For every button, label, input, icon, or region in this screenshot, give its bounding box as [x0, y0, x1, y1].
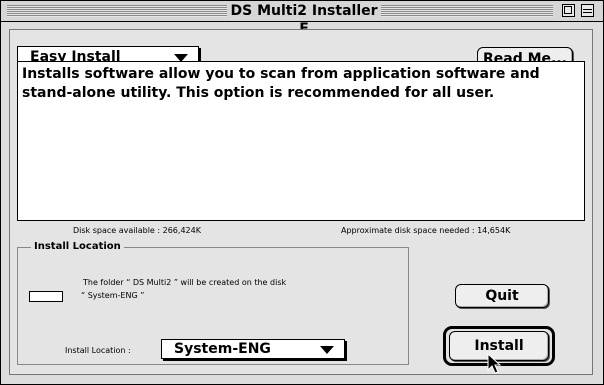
quit-button[interactable]: Quit [455, 284, 549, 308]
install-location-label: Install Location : [65, 346, 131, 355]
disk-space-available: Disk space available : 266,424K [73, 226, 201, 235]
install-location-popup[interactable]: System-ENG [161, 339, 345, 359]
title-bar-stripes [381, 5, 553, 17]
mouse-pointer-icon [487, 353, 502, 374]
folder-info-line1: The folder “ DS Multi2 ” will be created… [83, 278, 287, 287]
zoom-box-icon[interactable] [562, 4, 575, 17]
install-location-value: System-ENG [174, 341, 271, 357]
title-bar[interactable]: DS Multi2 Installer E [1, 1, 603, 37]
install-description: Installs software allow you to scan from… [17, 61, 585, 221]
folder-info-line2: “ System-ENG ” [81, 291, 145, 300]
window-title: DS Multi2 Installer E [227, 2, 381, 37]
popup-arrow-icon [320, 346, 334, 354]
install-location-group-title: Install Location [31, 241, 124, 252]
collapse-box-icon[interactable] [581, 4, 594, 17]
title-bar-stripes [7, 5, 227, 17]
disk-space-needed: Approximate disk space needed : 14,654K [341, 226, 511, 235]
installer-window: DS Multi2 Installer E Easy Install Read … [0, 0, 604, 385]
disk-icon [29, 291, 63, 302]
